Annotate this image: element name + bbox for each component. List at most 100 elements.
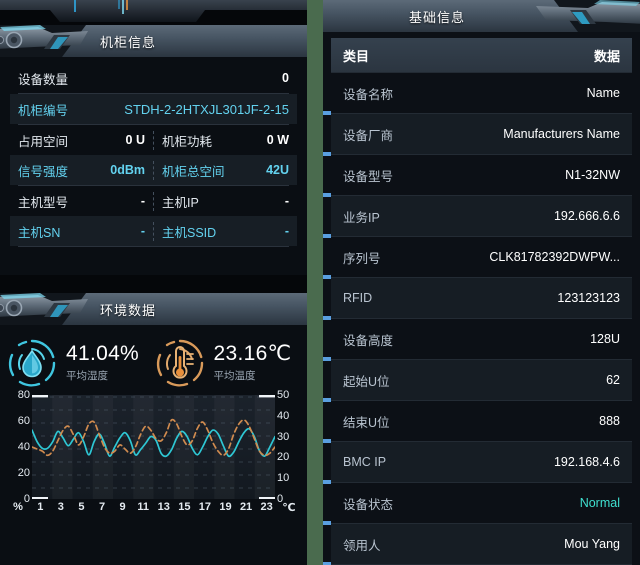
row-marker-icon <box>323 234 331 238</box>
table-row[interactable]: 序列号 CLK81782392DWPW... <box>323 234 632 277</box>
x-tick: 21 <box>239 501 253 513</box>
x-axis-unit-right: ℃ <box>282 501 296 514</box>
row-value: 192.168.4.6 <box>553 455 620 469</box>
humidity-value: 41.04% <box>66 341 140 365</box>
kv-row-used-space-power: 占用空间 0 U 机柜功耗 0 W <box>10 125 297 155</box>
y2-tick-label: 30 <box>277 430 290 443</box>
kv-cell: 信号强度 0dBm <box>10 161 153 180</box>
kv-label: 主机IP <box>162 195 199 210</box>
kv-cell: 占用空间 0 U <box>10 131 153 150</box>
kv-row-signal-total-space: 信号强度 0dBm 机柜总空间 42U <box>10 155 297 185</box>
chart-svg <box>31 395 276 500</box>
humidity-label: 平均湿度 <box>66 370 108 383</box>
row-label: 序列号 <box>343 251 381 266</box>
kv-value: - <box>284 194 289 208</box>
row-marker-icon <box>323 316 331 320</box>
x-tick: 3 <box>57 501 64 513</box>
x-tick: 9 <box>119 501 126 513</box>
kv-cell: 设备数量 0 <box>10 69 297 88</box>
table-row[interactable]: 设备高度 128U <box>323 316 632 359</box>
kv-row-host-model-ip: 主机型号 - 主机IP - <box>10 186 297 216</box>
water-drop-icon <box>8 339 56 387</box>
kv-label: 主机SSID <box>162 225 217 240</box>
environment-chart: 0 20 40 60 80 0 10 20 30 40 50 % 1 3 5 7 9 11 13 … <box>6 389 301 515</box>
right-column: 基础信息 类目 数据 设备名称 Name 设备厂商 Manufacturers Nam… <box>323 0 640 565</box>
x-tick: 15 <box>178 501 191 513</box>
kv-value: STDH-2-2HTXJL301JF-2-15 <box>124 101 289 117</box>
table-row[interactable]: 设备型号 N1-32NW <box>323 152 632 195</box>
row-value: 123123123 <box>557 291 620 305</box>
mech-bracket-decor <box>0 293 88 317</box>
chart-right-axis: 0 10 20 30 40 50 <box>277 389 301 505</box>
kv-label: 主机型号 <box>18 195 69 210</box>
info-panel-title: 基础信息 <box>409 9 466 25</box>
row-marker-icon <box>323 111 331 115</box>
row-label: BMC IP <box>343 455 387 469</box>
column-header-data: 数据 <box>593 48 620 64</box>
row-label: 设备高度 <box>343 333 394 348</box>
table-row[interactable]: 结束U位 888 <box>323 398 632 441</box>
row-label: 设备型号 <box>343 169 394 184</box>
table-row[interactable]: RFID 123123123 <box>323 275 632 318</box>
mech-bracket-decor <box>536 0 640 24</box>
kv-row-host-sn-ssid: 主机SN - 主机SSID - <box>10 216 297 246</box>
dashboard-screen: 机柜信息 设备数量 0 机柜编号 STDH-2-2HTXJL301JF-2-15 <box>0 0 640 565</box>
y2-tick-label: 10 <box>277 472 290 485</box>
row-value: 128U <box>590 332 620 346</box>
row-label: 业务IP <box>343 210 380 225</box>
temperature-value: 23.16℃ <box>213 341 292 365</box>
column-header-category: 类目 <box>343 48 370 64</box>
table-row[interactable]: 起始U位 62 <box>323 357 632 400</box>
humidity-stat: 41.04% 平均湿度 <box>6 337 154 389</box>
kv-label: 占用空间 <box>18 134 69 149</box>
info-table-body: 设备名称 Name 设备厂商 Manufacturers Name 设备型号 N1-32N… <box>323 72 632 565</box>
kv-label: 机柜编号 <box>18 103 69 118</box>
table-row[interactable]: 领用人 Mou Yang <box>323 521 632 564</box>
chart-left-axis: 0 20 40 60 80 <box>6 389 30 505</box>
kv-cell: 机柜编号 STDH-2-2HTXJL301JF-2-15 <box>10 100 297 119</box>
kv-value: 0 <box>282 71 289 85</box>
kv-cell: 机柜功耗 0 W <box>153 130 297 150</box>
y-tick-label: 80 <box>17 389 30 401</box>
environment-panel: 环境数据 41.04% 平均湿度 23.16℃ 平均温度 0 20 40 60 … <box>0 293 307 565</box>
table-row[interactable]: 设备名称 Name <box>331 72 632 113</box>
kv-cell: 主机SSID - <box>153 221 297 241</box>
kv-cell: 主机型号 - <box>10 192 153 211</box>
kv-value: 0dBm <box>110 163 145 177</box>
kv-value: - <box>140 194 145 208</box>
kv-value: - <box>284 224 289 238</box>
table-row[interactable]: 设备状态 Normal <box>323 480 632 523</box>
row-marker-icon <box>323 480 331 484</box>
env-panel-header: 环境数据 <box>0 293 307 325</box>
chart-plot-area <box>31 395 276 500</box>
row-label: 设备名称 <box>343 87 394 102</box>
kv-label: 设备数量 <box>18 72 69 87</box>
left-column: 机柜信息 设备数量 0 机柜编号 STDH-2-2HTXJL301JF-2-15 <box>0 0 307 565</box>
row-value: CLK81782392DWPW... <box>489 250 620 264</box>
row-value: 888 <box>599 414 620 428</box>
table-row[interactable]: 业务IP 192.666.6.6 <box>323 193 632 236</box>
cabinet-panel-title: 机柜信息 <box>100 34 157 50</box>
mech-bracket-decor <box>0 25 88 49</box>
kv-cell: 主机IP - <box>153 191 297 211</box>
kv-value: 0 U <box>125 133 145 147</box>
info-table: 类目 数据 设备名称 Name 设备厂商 Manufacturers Name 设备型号… <box>323 32 640 565</box>
row-label: 结束U位 <box>343 415 390 430</box>
table-row[interactable]: BMC IP 192.168.4.6 <box>323 439 632 482</box>
env-panel-title: 环境数据 <box>100 302 157 318</box>
y2-tick-label: 20 <box>277 451 290 464</box>
row-value: N1-32NW <box>565 168 620 182</box>
humidity-text: 41.04% 平均湿度 <box>66 341 140 383</box>
x-tick: 7 <box>98 501 106 513</box>
row-value: Mou Yang <box>564 537 620 551</box>
info-panel-header: 基础信息 <box>323 0 640 32</box>
kv-value: 0 W <box>266 133 289 147</box>
x-tick: 23 <box>260 501 273 513</box>
status-badge: Normal <box>579 496 620 510</box>
table-row[interactable]: 设备厂商 Manufacturers Name <box>323 111 632 154</box>
row-label: 设备状态 <box>343 497 394 512</box>
temperature-text: 23.16℃ 平均温度 <box>213 341 292 383</box>
chart-x-axis: % 1 3 5 7 9 11 13 15 17 19 21 23 ℃ <box>6 499 301 515</box>
row-value: Name <box>586 86 620 100</box>
row-marker-icon <box>323 152 331 156</box>
